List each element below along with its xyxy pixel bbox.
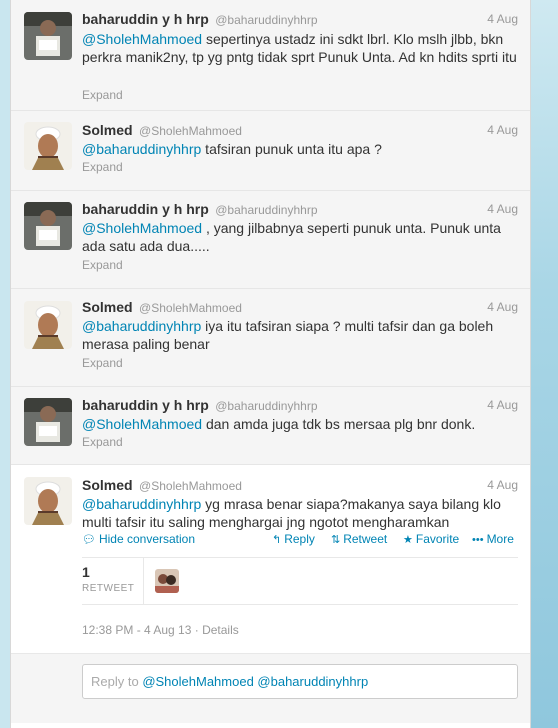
tweet-item[interactable]: baharuddin y h hrp @baharuddinyhhrp 4 Au… (11, 387, 530, 465)
retweet-button[interactable]: ⇅ Retweet (331, 532, 387, 546)
author-fullname[interactable]: Solmed (82, 299, 133, 315)
tweet-header: Solmed @SholehMahmoed 4 Aug (82, 299, 518, 317)
conversation-timeline: baharuddin y h hrp @baharuddinyhhrp 4 Au… (10, 0, 531, 728)
tweet-text: @SholehMahmoed sepertinya ustadz ini sdk… (82, 30, 520, 66)
author-username[interactable]: @baharuddinyhhrp (215, 399, 317, 413)
mention-link[interactable]: @SholehMahmoed (82, 220, 202, 236)
tweet-header: baharuddin y h hrp @baharuddinyhhrp 4 Au… (82, 397, 518, 415)
page-background (528, 0, 558, 728)
tweet-item[interactable]: baharuddin y h hrp @baharuddinyhhrp 4 Au… (11, 0, 530, 111)
tweet-timestamp[interactable]: 12:38 PM - 4 Aug 13 · Details (82, 623, 239, 637)
hide-conversation-link[interactable]: 💬︎ Hide conversation (82, 532, 195, 546)
tweet-header: Solmed @SholehMahmoed 4 Aug (82, 122, 518, 140)
tweet-item[interactable]: Solmed @SholehMahmoed 4 Aug @baharuddiny… (11, 289, 530, 387)
tweet-time[interactable]: 4 Aug (487, 202, 518, 216)
author-fullname[interactable]: baharuddin y h hrp (82, 201, 209, 217)
expand-link[interactable]: Expand (82, 160, 123, 174)
reply-input[interactable]: Reply to @SholehMahmoed @baharuddinyhhrp (82, 664, 518, 699)
tweet-time[interactable]: 4 Aug (487, 478, 518, 492)
avatar[interactable] (24, 202, 72, 250)
tweet-item[interactable]: baharuddin y h hrp @baharuddinyhhrp 4 Au… (11, 191, 530, 289)
tweet-stats: 1 RETWEET (82, 557, 518, 605)
speech-bubble-icon: 💬︎ (82, 534, 96, 546)
expand-link[interactable]: Expand (82, 258, 123, 272)
mention-link[interactable]: @baharuddinyhhrp (82, 318, 201, 334)
reply-area: Reply to @SholehMahmoed @baharuddinyhhrp (11, 653, 530, 723)
mention-link[interactable]: @baharuddinyhhrp (82, 496, 201, 512)
reply-placeholder: Reply to (91, 674, 143, 689)
author-username[interactable]: @SholehMahmoed (139, 301, 242, 315)
avatar[interactable] (24, 122, 72, 170)
author-fullname[interactable]: Solmed (82, 122, 133, 138)
author-fullname[interactable]: baharuddin y h hrp (82, 11, 209, 27)
mention-link[interactable]: @SholehMahmoed (82, 31, 202, 47)
tweet-actions: 💬︎ Hide conversation ↰ Reply ⇅ Retweet ★ Fav… (82, 532, 518, 548)
tweet-time[interactable]: 4 Aug (487, 300, 518, 314)
retweet-label: Retweet (343, 532, 388, 546)
expand-link[interactable]: Expand (82, 88, 123, 102)
stats-divider (143, 558, 144, 604)
favorite-button[interactable]: ★ Favorite (403, 532, 459, 546)
author-fullname[interactable]: Solmed (82, 477, 133, 493)
reply-mentions: @SholehMahmoed @baharuddinyhhrp (142, 674, 369, 689)
retweet-icon: ⇅ (331, 534, 341, 546)
reply-arrow-icon: ↰ (272, 534, 282, 546)
more-button[interactable]: ••• More (472, 532, 514, 546)
tweet-text: @SholehMahmoed , yang jilbabnya seperti … (82, 219, 520, 255)
ellipsis-icon: ••• (472, 534, 484, 546)
tweet-text: @baharuddinyhhrp yg mrasa benar siapa?ma… (82, 495, 520, 531)
tweet-text: @baharuddinyhhrp iya itu tafsiran siapa … (82, 317, 520, 353)
author-username[interactable]: @SholehMahmoed (139, 124, 242, 138)
mention-link[interactable]: @SholehMahmoed (82, 416, 202, 432)
more-label: More (486, 532, 514, 546)
avatar[interactable] (24, 398, 72, 446)
author-fullname[interactable]: baharuddin y h hrp (82, 397, 209, 413)
tweet-text: @baharuddinyhhrp tafsiran punuk unta itu… (82, 140, 520, 158)
favorite-label: Favorite (415, 532, 460, 546)
mention-link[interactable]: @baharuddinyhhrp (82, 141, 201, 157)
tweet-time[interactable]: 4 Aug (487, 398, 518, 412)
reply-button[interactable]: ↰ Reply (272, 532, 315, 546)
avatar[interactable] (24, 301, 72, 349)
tweet-text: @SholehMahmoed dan amda juga tdk bs mers… (82, 415, 520, 433)
tweet-body: dan amda juga tdk bs mersaa plg bnr donk… (202, 416, 476, 432)
avatar[interactable] (24, 12, 72, 60)
author-username[interactable]: @baharuddinyhhrp (215, 203, 317, 217)
expand-link[interactable]: Expand (82, 435, 123, 449)
hide-conversation-label: Hide conversation (98, 532, 196, 546)
tweet-header: baharuddin y h hrp @baharuddinyhhrp 4 Au… (82, 11, 518, 29)
retweet-count-label: RETWEET (82, 583, 135, 594)
expanded-tweet[interactable]: Solmed @SholehMahmoed 4 Aug @baharuddiny… (11, 465, 530, 728)
avatar[interactable] (24, 477, 72, 525)
author-username[interactable]: @baharuddinyhhrp (215, 13, 317, 27)
tweet-time[interactable]: 4 Aug (487, 123, 518, 137)
retweet-count[interactable]: 1 (82, 564, 90, 580)
tweet-body: tafsiran punuk unta itu apa ? (201, 141, 382, 157)
tweet-time[interactable]: 4 Aug (487, 12, 518, 26)
retweeter-avatar[interactable] (155, 569, 179, 593)
tweet-item[interactable]: Solmed @SholehMahmoed 4 Aug @baharuddiny… (11, 111, 530, 191)
reply-label: Reply (284, 532, 315, 546)
tweet-header: baharuddin y h hrp @baharuddinyhhrp 4 Au… (82, 201, 518, 219)
star-icon: ★ (403, 534, 413, 546)
author-username[interactable]: @SholehMahmoed (139, 479, 242, 493)
expand-link[interactable]: Expand (82, 356, 123, 370)
tweet-header: Solmed @SholehMahmoed 4 Aug (82, 477, 518, 495)
